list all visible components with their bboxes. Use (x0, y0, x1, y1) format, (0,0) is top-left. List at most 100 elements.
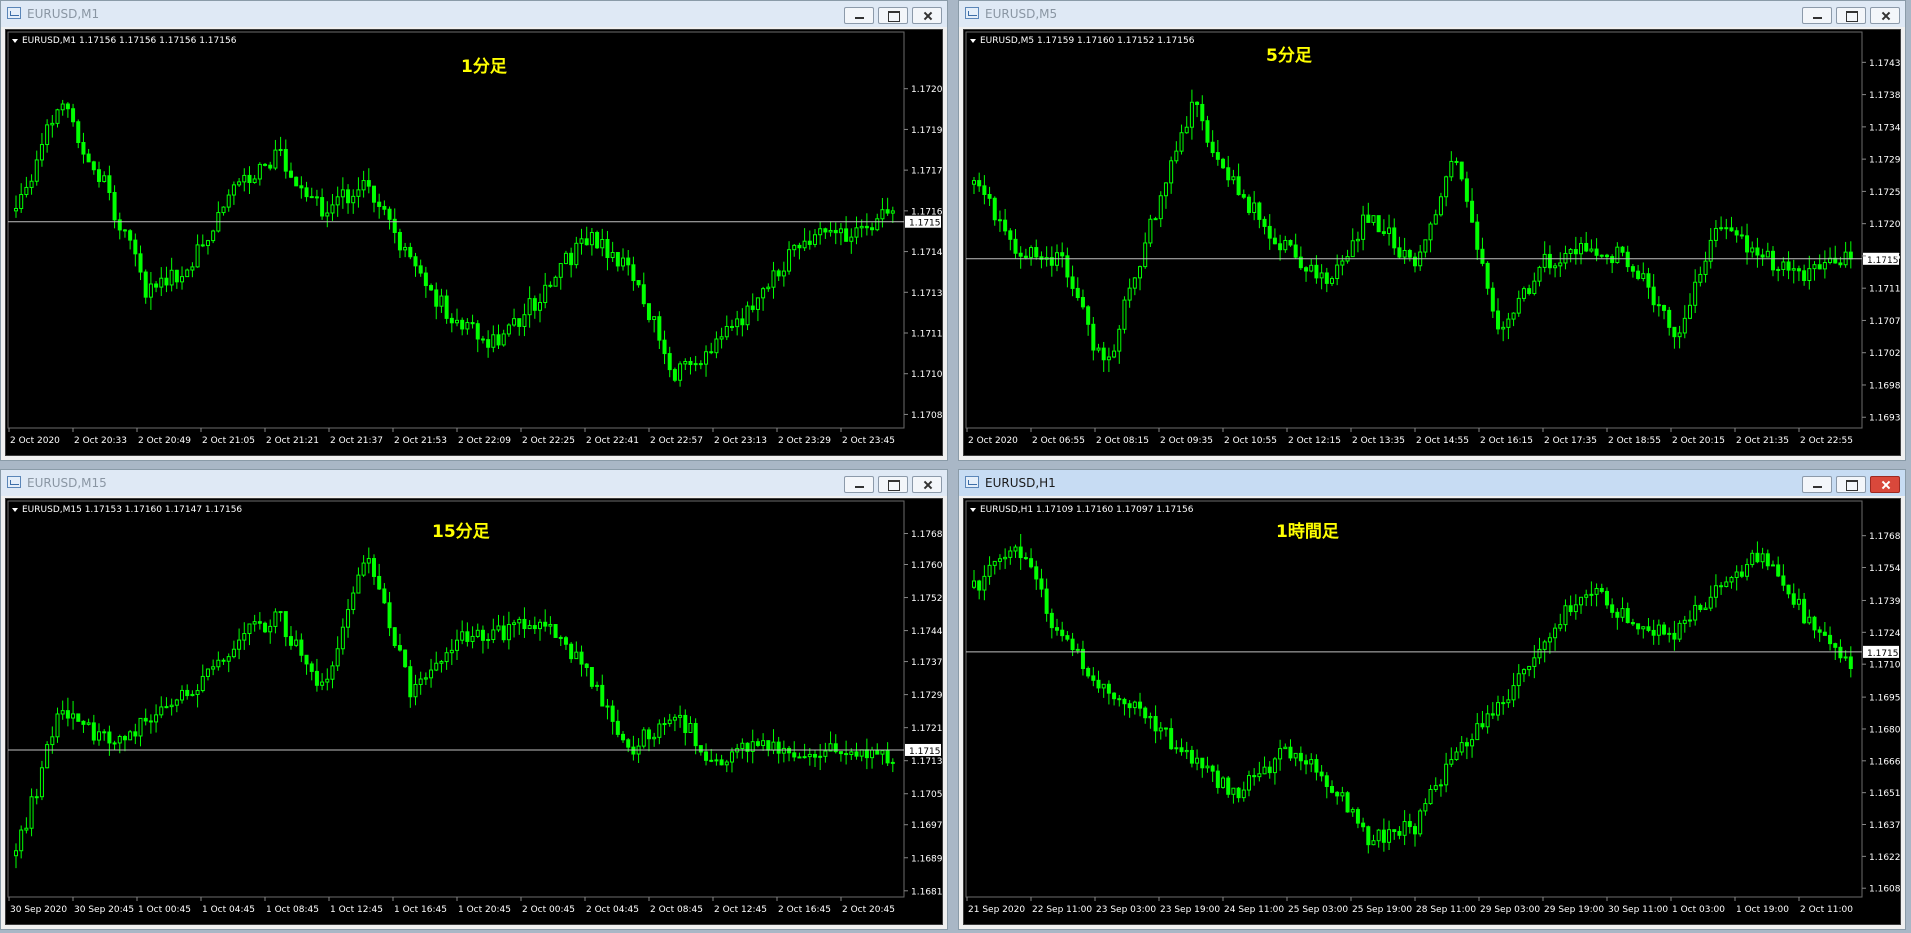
candle-body (880, 750, 885, 755)
restore-button[interactable] (878, 7, 908, 24)
candle-body (1662, 305, 1667, 311)
candle-body (1252, 775, 1257, 778)
candle-body (205, 240, 210, 247)
candle-body (1459, 161, 1464, 180)
close-button[interactable] (912, 7, 942, 24)
candle-body (501, 333, 506, 346)
restore-button[interactable] (878, 476, 908, 493)
chart-window-m5[interactable]: EURUSD,M5 1.171561.174301.173851.173401.… (958, 0, 1906, 461)
candle-body (714, 338, 719, 354)
candle-body (128, 731, 133, 741)
minimize-button[interactable] (1802, 7, 1832, 24)
minimize-button[interactable] (844, 7, 874, 24)
candle-body (1179, 747, 1184, 753)
y-tick-label: 1.17605 (911, 561, 942, 571)
chart-window-m1[interactable]: EURUSD,M1 1.171561.172051.171901.171751.… (0, 0, 948, 461)
candle-body (1464, 178, 1469, 202)
candle-body (1812, 616, 1817, 631)
candle-body (1158, 727, 1163, 732)
chart-window-m15[interactable]: EURUSD,M15 1.171561.176801.176051.175251… (0, 469, 948, 930)
candle-body (1573, 249, 1578, 255)
candle-body (346, 189, 351, 204)
candle-body (237, 181, 242, 186)
candle-body (776, 741, 781, 754)
chart-svg: 1.17156 1.17680 1.17605 1.17525 1.17445 1.173… (7, 500, 942, 915)
candle-body (1791, 593, 1796, 605)
candle-body (1283, 746, 1288, 750)
candle-body (1376, 829, 1381, 842)
candle-body (382, 205, 387, 210)
candle-body (1454, 160, 1459, 163)
close-button[interactable] (1870, 7, 1900, 24)
candle-body (1091, 675, 1096, 681)
candle-body (1080, 297, 1085, 308)
candle-body (1023, 255, 1028, 258)
window-titlebar[interactable]: EURUSD,M15 (1, 470, 947, 496)
candle-body (1568, 605, 1573, 613)
candle-body (1760, 254, 1765, 258)
minimize-button[interactable] (844, 476, 874, 493)
candle-body (102, 731, 107, 734)
candle-body (1776, 268, 1781, 271)
window-titlebar[interactable]: EURUSD,M5 (959, 1, 1905, 27)
minimize-button[interactable] (1802, 476, 1832, 493)
restore-button[interactable] (1836, 476, 1866, 493)
candle-body (997, 219, 1002, 222)
candle-body (1106, 356, 1111, 361)
candle-body (672, 716, 677, 721)
candle-body (1817, 264, 1822, 270)
chart-window-h1[interactable]: EURUSD,H1 1.171561.176851.175401.173901.… (958, 469, 1906, 930)
candle-body (1579, 242, 1584, 255)
x-tick-label: 2 Oct 08:45 (650, 905, 703, 915)
candle-body (1672, 326, 1677, 338)
price-chart[interactable]: 1.17156 1.17685 1.17540 1.17390 1.17245 1.171… (963, 498, 1901, 925)
x-tick-label: 2 Oct 13:35 (1352, 436, 1405, 446)
candle-body (1573, 604, 1578, 613)
candle-body (849, 751, 854, 756)
chart-menu-triangle-icon[interactable] (12, 39, 18, 43)
candle-body (662, 339, 667, 355)
candle-body (652, 736, 657, 740)
candle-body (60, 710, 65, 715)
candle-body (361, 180, 366, 191)
candle-body (1075, 648, 1080, 651)
x-tick-label: 2 Oct 21:35 (1736, 436, 1789, 446)
candle-body (356, 189, 361, 197)
price-chart[interactable]: 1.17156 1.17205 1.17190 1.17175 1.17160 1.171… (5, 29, 943, 456)
candle-body (683, 714, 688, 734)
candle-body (1532, 657, 1537, 667)
candle-body (304, 187, 309, 198)
candle-body (657, 723, 662, 738)
candle-body (854, 751, 859, 757)
candle-body (1506, 699, 1511, 704)
candle-body (1599, 254, 1604, 257)
close-button[interactable] (912, 476, 942, 493)
price-chart[interactable]: 1.17156 1.17680 1.17605 1.17525 1.17445 1.173… (5, 498, 943, 925)
candle-body (781, 747, 786, 754)
chart-menu-triangle-icon[interactable] (970, 39, 976, 43)
candle-body (875, 218, 880, 231)
y-tick-label: 1.17145 (911, 248, 942, 258)
candle-body (740, 318, 745, 326)
price-chart[interactable]: 1.171561.174301.173851.173401.172951.172… (963, 29, 1901, 456)
window-titlebar[interactable]: EURUSD,M1 (1, 1, 947, 27)
window-titlebar[interactable]: EURUSD,H1 (959, 470, 1905, 496)
chart-menu-triangle-icon[interactable] (12, 508, 18, 512)
y-tick-label: 1.17050 (911, 790, 942, 800)
candle-body (584, 238, 589, 246)
candle-body (1796, 598, 1801, 605)
close-button[interactable] (1870, 476, 1900, 493)
restore-button[interactable] (1836, 7, 1866, 24)
candle-body (1537, 266, 1542, 282)
candle-body (667, 353, 672, 371)
candle-body (314, 670, 319, 686)
candle-body (1636, 623, 1641, 630)
candle-body (709, 351, 714, 354)
candle-body (1490, 713, 1495, 716)
y-tick-label: 1.17100 (1869, 661, 1900, 671)
chart-menu-triangle-icon[interactable] (970, 508, 976, 512)
candle-body (1298, 752, 1303, 762)
candle-body (1781, 261, 1786, 270)
candle-body (65, 710, 70, 719)
candle-body (174, 699, 179, 706)
